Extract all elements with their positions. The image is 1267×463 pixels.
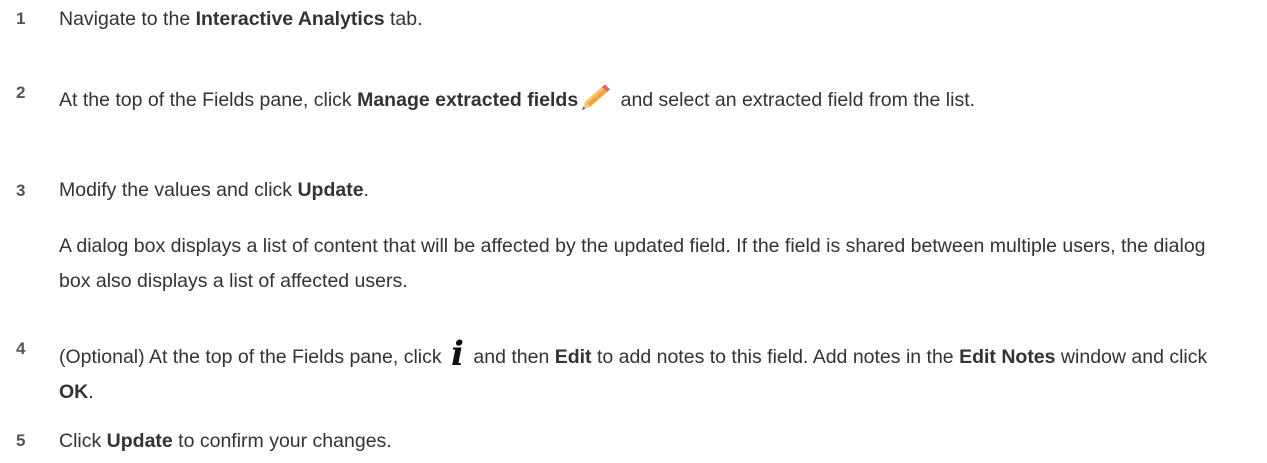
- info-icon: i: [451, 334, 464, 374]
- step-number: 4: [16, 339, 26, 358]
- ui-label-ok: OK: [59, 381, 89, 403]
- ui-label-update: Update: [297, 179, 364, 201]
- ui-label-edit-notes: Edit Notes: [959, 346, 1056, 368]
- pencil-icon: [580, 84, 612, 124]
- ui-label-edit: Edit: [554, 346, 592, 368]
- step-note: A dialog box displays a list of content …: [59, 235, 1206, 292]
- step-number: 5: [16, 431, 26, 450]
- step-text: At the top of the Fields pane, click Man…: [59, 83, 1239, 124]
- step-number: 2: [16, 83, 26, 102]
- ui-label-interactive-analytics: Interactive Analytics: [195, 8, 385, 30]
- step-text: Navigate to the Interactive Analytics ta…: [59, 8, 423, 30]
- step-number: 1: [16, 9, 26, 28]
- step-text: (Optional) At the top of the Fields pane…: [59, 334, 1208, 403]
- step-text: Click Update to confirm your changes.: [59, 430, 392, 452]
- ui-label-update: Update: [106, 430, 173, 452]
- step-number: 3: [16, 181, 26, 200]
- procedure-steps: 1 Navigate to the Interactive Analytics …: [0, 0, 1267, 463]
- ui-label-manage-extracted-fields: Manage extracted fields: [357, 89, 579, 111]
- step-text: Modify the values and click Update.: [59, 179, 369, 201]
